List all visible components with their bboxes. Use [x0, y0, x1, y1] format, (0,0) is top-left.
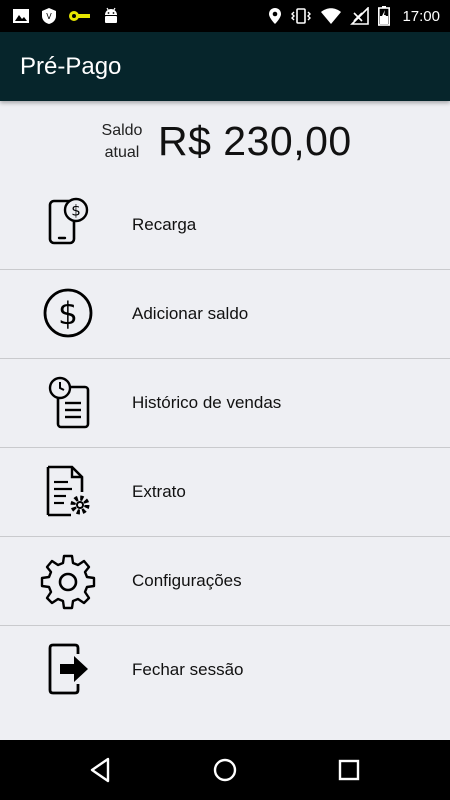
back-icon[interactable] — [86, 756, 116, 784]
menu-label-historico-vendas: Histórico de vendas — [132, 393, 282, 412]
menu-item-historico-vendas[interactable]: Histórico de vendas — [0, 359, 450, 448]
app-title: Pré-Pago — [20, 53, 122, 80]
menu-item-adicionar-saldo[interactable]: $ Adicionar saldo — [0, 270, 450, 359]
menu-label-recarga: Recarga — [132, 215, 197, 234]
menu-list: $ Recarga $ Adicionar saldo Histórico de… — [0, 181, 450, 714]
recents-icon[interactable] — [334, 756, 364, 784]
android-icon — [105, 7, 117, 23]
svg-text:V: V — [46, 12, 52, 21]
vibrate-icon — [291, 8, 312, 24]
shield-icon: V — [42, 8, 56, 24]
menu-item-extrato[interactable]: Extrato — [0, 448, 450, 537]
wifi-icon — [321, 8, 342, 24]
status-bar: V 17:00 — [0, 0, 450, 32]
logout-icon — [48, 643, 88, 695]
menu-label-fechar-sessao: Fechar sessão — [132, 660, 244, 679]
menu-item-fechar-sessao[interactable]: Fechar sessão — [0, 626, 450, 714]
menu-label-adicionar-saldo: Adicionar saldo — [132, 304, 249, 323]
gear-icon — [40, 554, 96, 610]
dollar-circle-icon: $ — [43, 288, 93, 338]
status-icons-right: 17:00 — [268, 6, 440, 26]
status-icons-left: V — [12, 6, 120, 26]
menu-item-recarga[interactable]: $ Recarga — [0, 181, 450, 270]
balance-value: R$ 230,00 — [158, 118, 352, 164]
phone-recharge-icon: $ — [48, 197, 89, 245]
balance-label: Saldo atual — [101, 122, 143, 161]
menu-item-configuracoes[interactable]: Configurações — [0, 537, 450, 626]
location-icon — [269, 8, 282, 24]
image-icon — [13, 9, 29, 23]
home-icon[interactable] — [210, 756, 240, 784]
status-time: 17:00 — [402, 7, 440, 25]
app-bar: Pré-Pago — [0, 32, 450, 101]
statement-settings-icon — [46, 465, 90, 517]
screen: V 17:00 Pré-Pago Saldo atual R$ 230,00 $… — [0, 0, 450, 800]
menu-label-configuracoes: Configurações — [132, 571, 242, 590]
no-signal-icon — [350, 7, 370, 25]
history-list-icon — [48, 376, 90, 429]
battery-icon — [378, 6, 391, 26]
balance-section: Saldo atual R$ 230,00 — [0, 118, 450, 174]
svg-text:$: $ — [71, 202, 81, 220]
nav-bar — [0, 740, 450, 800]
svg-text:$: $ — [58, 296, 78, 332]
menu-label-extrato: Extrato — [132, 482, 186, 501]
key-icon — [69, 11, 90, 21]
